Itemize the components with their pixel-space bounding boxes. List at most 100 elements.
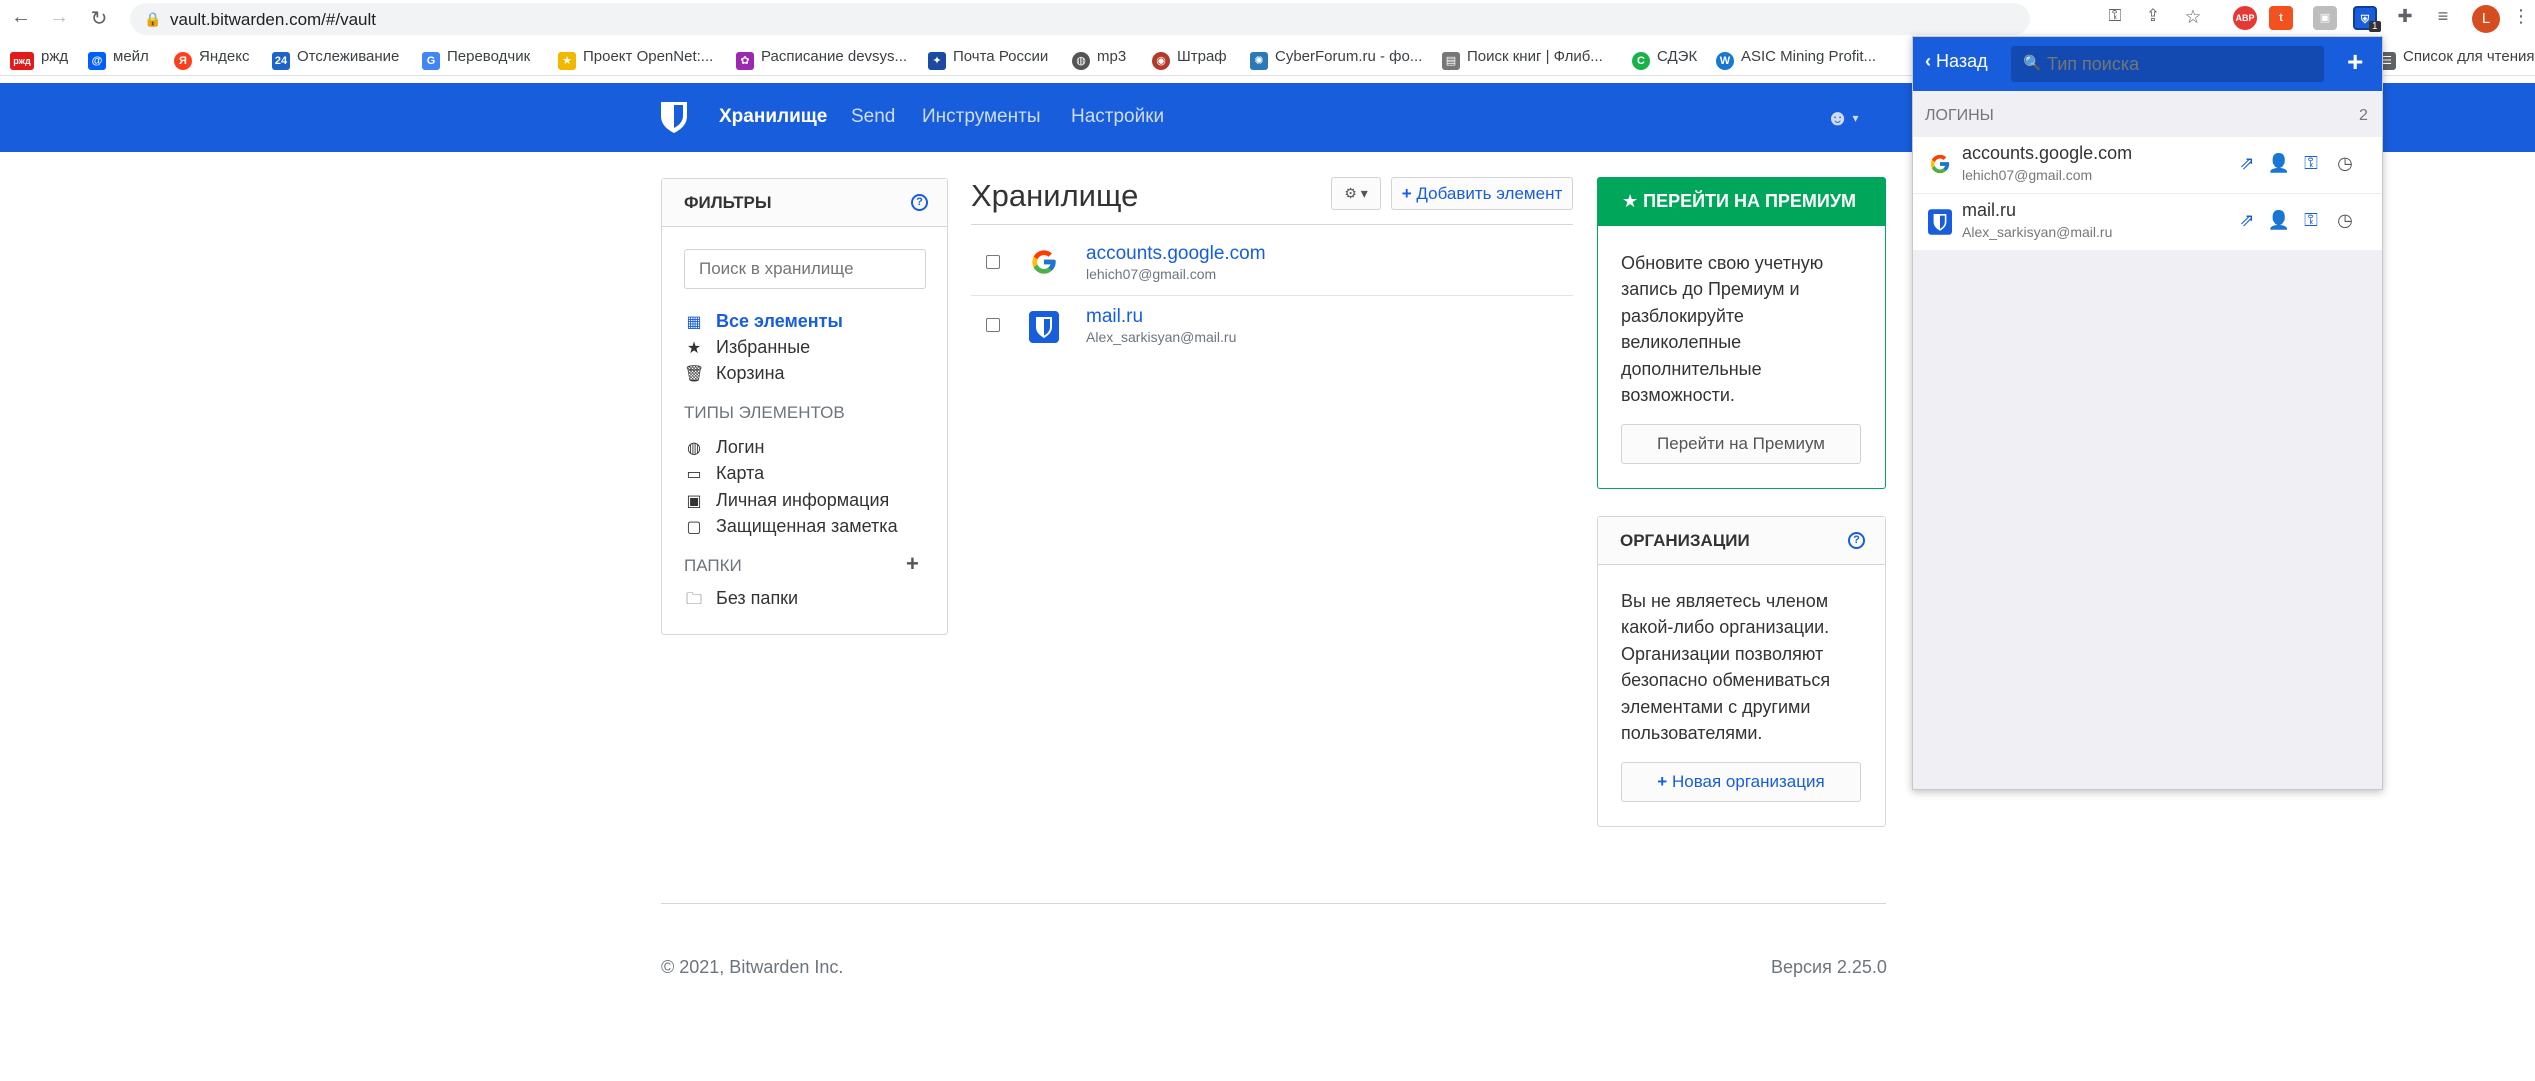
filter-type-secure-note[interactable]: ▢ Защищенная заметка [684,516,897,537]
popup-search-input[interactable] [2047,50,2312,78]
star-icon: ★ [1622,191,1639,211]
copy-password-key-icon[interactable]: ⚿ [2299,153,2323,174]
popup-section-label: ЛОГИНЫ [1925,107,1994,124]
key-icon[interactable]: ⚿ [2102,6,2128,26]
popup-add-plus-icon[interactable]: + [2347,46,2363,78]
item-checkbox[interactable] [986,318,1000,332]
yandex-icon: Я [174,52,192,70]
reading-list-icon[interactable]: ≡ [2430,6,2456,27]
bookmark-item[interactable]: ◍ mp3 [1072,48,1126,70]
organizations-header: ОРГАНИЗАЦИИ [1598,517,1885,565]
account-menu[interactable]: ☻ ▾ [1826,105,1859,131]
browser-menu-icon[interactable]: ⋮ [2508,6,2534,27]
new-organization-button[interactable]: + Новая организация [1621,762,1861,802]
globe-icon: ◍ [687,440,701,457]
filters-title: ФИЛЬТРЫ [684,193,772,212]
filter-trash[interactable]: 🗑 Корзина [684,363,785,384]
help-icon[interactable]: ? [1848,532,1865,549]
bookmark-item[interactable]: ▤ Поиск книг | Флиб... [1442,48,1603,70]
premium-text: Обновите свою учетную запись до Премиум … [1621,253,1824,406]
popup-login-item[interactable]: mail.ru Alex_sarkisyan@mail.ru ⇗ 👤 ⚿ ◷ [1913,194,2382,250]
bookmark-item[interactable]: @ мейл [88,48,149,70]
footer-divider [661,903,1886,904]
browser-toolbar: ← → ↻ 🔒 vault.bitwarden.com/#/vault ⚿ ⇪ … [0,0,2535,38]
vault-options-button[interactable]: ⚙ ▾ [1331,177,1381,210]
nav-vault[interactable]: Хранилище [719,106,827,128]
reading-list-bookmark[interactable]: ☰ Список для чтения [2378,48,2535,70]
copy-password-key-icon[interactable]: ⚿ [2299,210,2323,231]
popup-login-item[interactable]: accounts.google.com lehich07@gmail.com ⇗… [1913,137,2382,193]
asic-icon: W [1716,52,1734,70]
folder-icon: 🗀 [685,591,702,608]
bookmark-item[interactable]: Я Яндекс [174,48,249,70]
extension-orange-icon[interactable]: t [2269,6,2293,30]
bookmark-item[interactable]: C СДЭК [1632,48,1697,70]
help-icon[interactable]: ? [911,194,928,211]
filter-type-identity[interactable]: ▣ Личная информация [684,490,889,511]
types-section-label: ТИПЫ ЭЛЕМЕНТОВ [684,403,845,422]
cyberforum-icon: ✺ [1250,52,1268,70]
filters-panel: ФИЛЬТРЫ ? ▦Все элементы ★Избранные 🗑Корз… [661,178,948,635]
bookmark-item[interactable]: ✦ Почта России [928,48,1048,70]
bookmark-item[interactable]: ★ Проект OpenNet:... [558,48,713,70]
footer-copyright: © 2021, Bitwarden Inc. [661,957,844,977]
bookmark-item[interactable]: ржд ржд [10,48,68,70]
copy-totp-clock-icon[interactable]: ◷ [2333,210,2357,231]
add-item-button[interactable]: + Добавить элемент [1391,177,1573,210]
premium-panel: ★ ПЕРЕЙТИ НА ПРЕМИУМ Обновите свою учетн… [1597,177,1886,489]
id-card-icon: ▣ [686,493,702,510]
vault-item-name[interactable]: mail.ru [1086,306,1143,328]
nav-settings[interactable]: Настройки [1071,106,1164,128]
extension-grey-icon[interactable]: ▣ [2313,6,2337,30]
vault-search-input[interactable] [684,249,926,289]
filter-type-login[interactable]: ◍ Логин [684,437,764,458]
bookmark-item[interactable]: 24 Отслеживание [272,48,399,70]
launch-icon[interactable]: ⇗ [2235,153,2259,174]
gear-icon: ⚙ [1344,185,1357,201]
nav-send[interactable]: Send [851,106,895,128]
organizations-text: Вы не являетесь членом какой-либо органи… [1621,591,1831,744]
popup-item-username: Alex_sarkisyan@mail.ru [1962,224,2113,240]
star-icon: ★ [686,340,702,357]
bookmark-item[interactable]: W ASIC Mining Profit... [1716,48,1876,70]
extensions-puzzle-icon[interactable]: ✚ [2392,6,2418,27]
item-checkbox[interactable] [986,255,1000,269]
filter-type-card[interactable]: ▭ Карта [684,463,764,484]
copy-username-icon[interactable]: 👤 [2267,210,2291,231]
grid-icon: ▦ [686,314,702,331]
profile-avatar[interactable]: L [2472,5,2500,33]
filter-all-items[interactable]: ▦ Все элементы [684,311,842,332]
share-icon[interactable]: ⇪ [2140,6,2166,26]
reload-icon[interactable]: ↻ [86,6,112,31]
vault-title: Хранилище [971,178,1139,213]
premium-header[interactable]: ★ ПЕРЕЙТИ НА ПРЕМИУМ [1598,178,1885,226]
vault-item-name[interactable]: accounts.google.com [1086,243,1266,265]
copy-totp-clock-icon[interactable]: ◷ [2333,153,2357,174]
caret-down-icon: ▾ [1849,111,1859,125]
popup-search-box[interactable]: 🔍 [2011,46,2324,82]
fine-icon: ◉ [1152,52,1170,70]
bitwarden-shield-icon [1029,311,1059,343]
url-text: vault.bitwarden.com/#/vault [170,10,376,29]
bookmark-item[interactable]: ◉ Штраф [1152,48,1227,70]
go-premium-button[interactable]: Перейти на Премиум [1621,424,1861,464]
forward-arrow-icon[interactable]: → [46,6,72,29]
bookmark-item[interactable]: ✺ CyberForum.ru - фо... [1250,48,1422,70]
address-bar[interactable]: 🔒 vault.bitwarden.com/#/vault [130,3,2030,35]
copy-username-icon[interactable]: 👤 [2267,153,2291,174]
bitwarden-logo-icon[interactable] [659,100,689,134]
google-logo-icon [1929,153,1951,175]
back-arrow-icon[interactable]: ← [8,6,34,29]
popup-back-button[interactable]: ‹ Назад [1925,51,1988,72]
trash-icon: 🗑 [684,366,705,383]
filter-no-folder[interactable]: 🗀 Без папки [684,588,798,615]
schedule-icon: ✿ [736,52,754,70]
bookmark-item[interactable]: ✿ Расписание devsys... [736,48,907,70]
bookmark-star-icon[interactable]: ☆ [2180,6,2206,29]
launch-icon[interactable]: ⇗ [2235,210,2259,231]
nav-tools[interactable]: Инструменты [922,106,1040,128]
bookmark-item[interactable]: G Переводчик [422,48,530,70]
add-folder-plus-icon[interactable]: + [906,551,919,577]
adblock-icon[interactable]: ABP [2233,6,2257,30]
filter-favorites[interactable]: ★ Избранные [684,337,810,358]
